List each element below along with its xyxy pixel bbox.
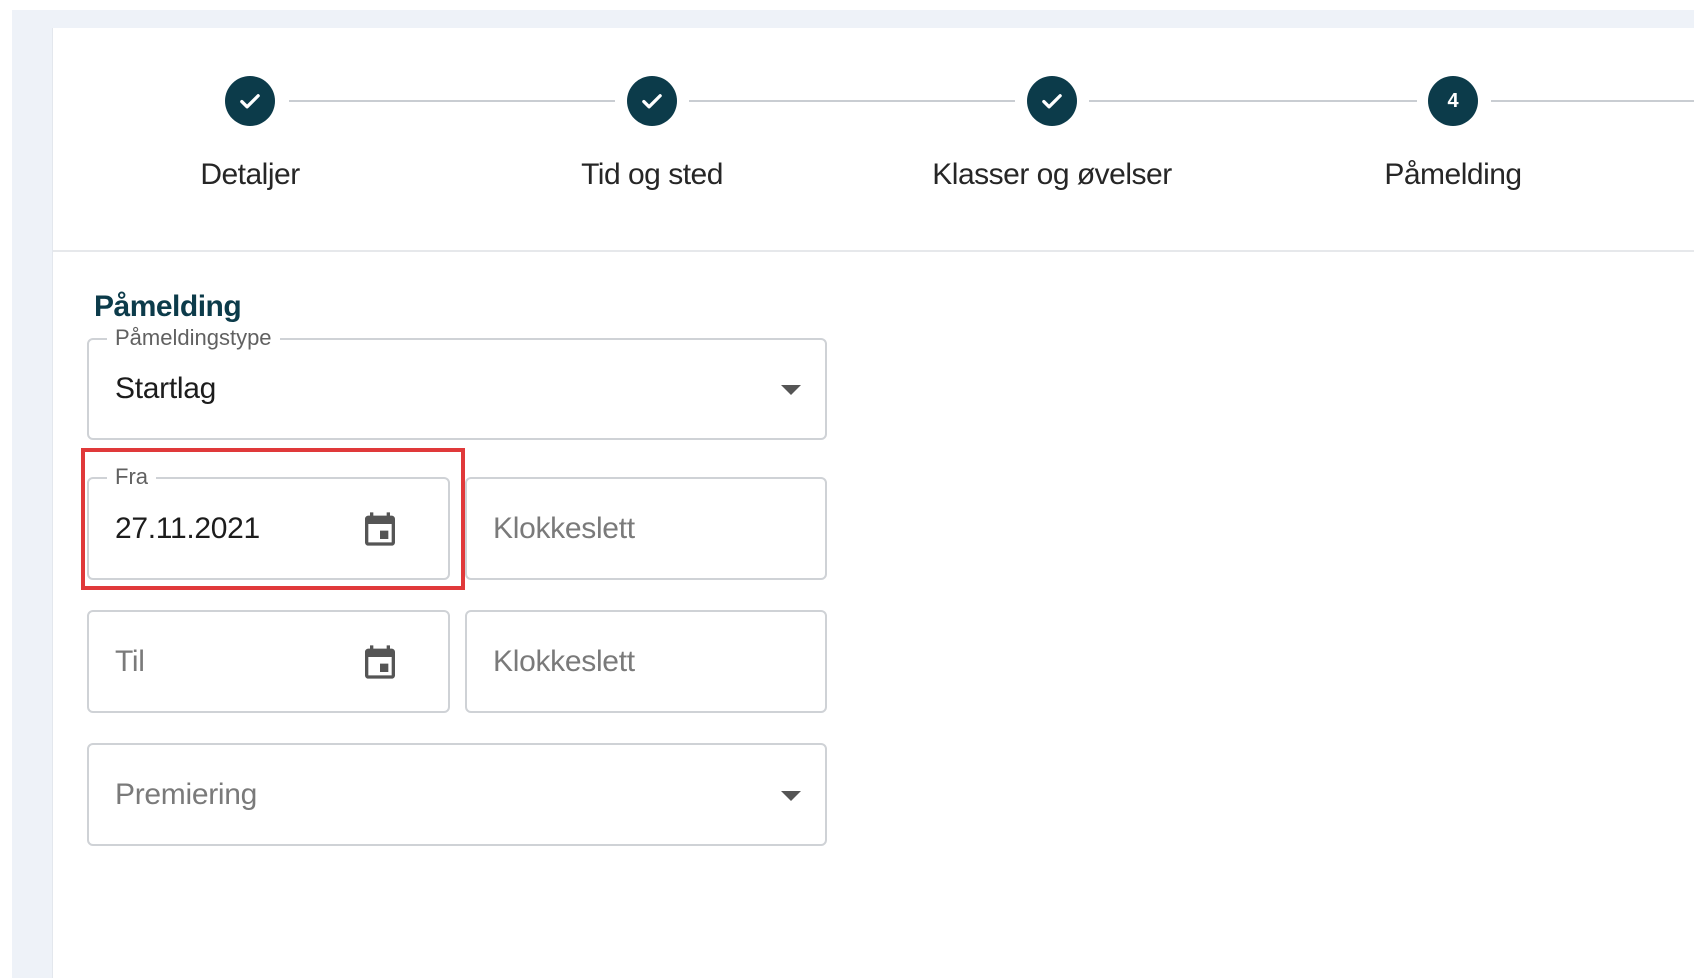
step-completed-check-icon xyxy=(1027,76,1077,126)
to-time-field[interactable]: Klokkeslett xyxy=(465,610,827,713)
calendar-icon[interactable] xyxy=(360,642,400,682)
stepper: Detaljer Tid og sted Klasser og øvelser … xyxy=(53,28,1694,252)
to-date-placeholder: Til xyxy=(115,644,145,678)
from-date-label: Fra xyxy=(107,465,156,489)
step-label: Påmelding xyxy=(1384,158,1522,191)
registration-type-value: Startlag xyxy=(115,372,216,405)
step-number-badge: 4 xyxy=(1428,76,1478,126)
wizard-card: Detaljer Tid og sted Klasser og øvelser … xyxy=(52,28,1694,978)
from-time-field[interactable]: Klokkeslett xyxy=(465,477,827,580)
registration-type-select[interactable]: Påmeldingstype Startlag xyxy=(87,326,827,440)
to-date-field[interactable]: Til xyxy=(87,610,450,713)
from-date-value: 27.11.2021 xyxy=(115,511,260,545)
step-connector xyxy=(1089,100,1417,102)
step-number: 4 xyxy=(1447,89,1459,112)
step-label: Detaljer xyxy=(200,158,300,191)
step-completed-check-icon xyxy=(225,76,275,126)
prize-select[interactable]: Premiering xyxy=(87,743,827,846)
prize-placeholder: Premiering xyxy=(115,777,258,811)
section-title: Påmelding xyxy=(94,290,242,323)
step-connector xyxy=(1491,100,1694,102)
chevron-down-icon xyxy=(781,385,801,395)
from-date-field[interactable]: Fra 27.11.2021 xyxy=(87,465,450,580)
step-label: Klasser og øvelser xyxy=(932,158,1172,191)
step-completed-check-icon xyxy=(627,76,677,126)
step-label: Tid og sted xyxy=(581,158,723,191)
calendar-icon[interactable] xyxy=(360,509,400,549)
to-time-placeholder: Klokkeslett xyxy=(493,644,635,678)
chevron-down-icon xyxy=(781,790,801,801)
registration-type-label: Påmeldingstype xyxy=(107,326,280,350)
from-time-placeholder: Klokkeslett xyxy=(493,511,635,545)
step-connector xyxy=(689,100,1015,102)
step-connector xyxy=(289,100,615,102)
